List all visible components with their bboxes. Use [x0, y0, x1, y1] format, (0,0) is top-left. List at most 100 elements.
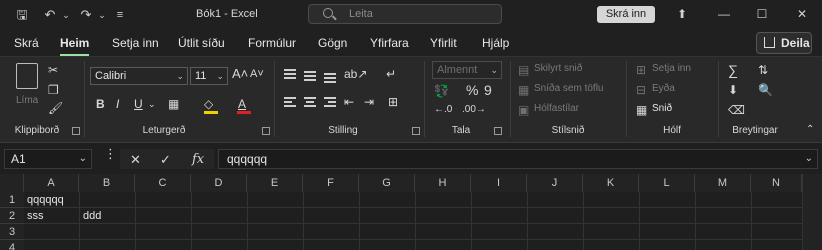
- format-painter-icon[interactable]: 🖌: [48, 101, 63, 115]
- cell-styles-button[interactable]: Hólfastílar: [534, 103, 579, 114]
- column-header-j[interactable]: J: [527, 174, 583, 192]
- column-header-e[interactable]: E: [247, 174, 303, 192]
- copy-icon[interactable]: ❐: [48, 83, 59, 97]
- tab-insert[interactable]: Setja inn: [112, 36, 159, 50]
- clipboard-launcher-icon[interactable]: [72, 127, 80, 135]
- column-header-i[interactable]: I: [471, 174, 527, 192]
- cells-group-label: Hólf: [663, 125, 681, 136]
- comma-style-icon[interactable]: 9: [484, 83, 492, 97]
- tab-formulas[interactable]: Formúlur: [248, 36, 296, 50]
- formula-input[interactable]: qqqqqq ⌄: [218, 149, 818, 169]
- worksheet-grid[interactable]: A B C D E F G H I J K L M N 1 2 3 4 qqqq…: [0, 174, 822, 250]
- insert-cells-button[interactable]: Setja inn: [652, 63, 691, 74]
- underline-icon[interactable]: U: [134, 97, 143, 111]
- minimize-icon[interactable]: —: [714, 6, 734, 22]
- increase-decimal-icon[interactable]: ←.0: [434, 103, 452, 117]
- tab-page-layout[interactable]: Útlit síðu: [178, 36, 225, 50]
- column-header-h[interactable]: H: [415, 174, 471, 192]
- font-name-dropdown[interactable]: Calibri ⌄: [90, 67, 188, 85]
- formula-bar: A1 ⌄ ⋮ ✕ ✓ fx qqqqqq ⌄: [0, 142, 822, 174]
- accounting-format-icon[interactable]: 💱: [434, 84, 449, 98]
- bold-icon[interactable]: B: [96, 97, 105, 111]
- column-header-a[interactable]: A: [24, 174, 79, 192]
- column-header-f[interactable]: F: [303, 174, 359, 192]
- autosum-icon[interactable]: ∑: [728, 63, 738, 77]
- close-icon[interactable]: ✕: [792, 6, 812, 22]
- cut-icon[interactable]: ✂: [48, 63, 58, 77]
- column-header-k[interactable]: K: [583, 174, 639, 192]
- redo-dropdown-icon[interactable]: ⌄: [94, 7, 110, 23]
- row-header-4[interactable]: 4: [0, 240, 24, 250]
- column-header-c[interactable]: C: [135, 174, 191, 192]
- tab-review[interactable]: Yfirfara: [370, 36, 409, 50]
- paste-icon[interactable]: [16, 63, 38, 89]
- vertical-scrollbar[interactable]: [802, 174, 822, 250]
- save-icon[interactable]: 🖫: [14, 7, 30, 23]
- number-group-label: Tala: [451, 125, 471, 136]
- sort-filter-icon[interactable]: ⇅: [758, 63, 768, 77]
- column-header-g[interactable]: G: [359, 174, 415, 192]
- decrease-font-size-icon[interactable]: A˅: [250, 67, 264, 81]
- italic-icon[interactable]: I: [116, 97, 119, 111]
- tab-home[interactable]: Heim: [60, 36, 90, 56]
- column-header-b[interactable]: B: [79, 174, 135, 192]
- cell-a2[interactable]: sss: [25, 208, 44, 224]
- percent-icon[interactable]: %: [466, 83, 478, 97]
- title-bar: 🖫 ↶ ⌄ ↷ ⌄ ≡ Bók1 - Excel Leita Skrá inn …: [0, 0, 822, 30]
- format-cells-button[interactable]: Snið: [652, 103, 672, 114]
- maximize-icon[interactable]: ☐: [752, 6, 772, 22]
- font-size-dropdown[interactable]: 11 ⌄: [190, 67, 228, 85]
- share-button[interactable]: Deila: [756, 32, 812, 54]
- tab-help[interactable]: Hjálp: [482, 36, 509, 50]
- tab-data[interactable]: Gögn: [318, 36, 347, 50]
- styles-group-label: Stílsnið: [551, 125, 585, 136]
- conditional-formatting-button[interactable]: Skilyrt snið: [534, 63, 582, 74]
- row-header-3[interactable]: 3: [0, 224, 24, 240]
- column-header-n[interactable]: N: [751, 174, 802, 192]
- font-launcher-icon[interactable]: [262, 127, 270, 135]
- format-as-table-button[interactable]: Sníða sem töflu: [534, 83, 603, 94]
- column-header-d[interactable]: D: [191, 174, 247, 192]
- search-box[interactable]: Leita: [308, 4, 502, 24]
- borders-icon[interactable]: ▦: [168, 97, 179, 111]
- column-header-l[interactable]: L: [639, 174, 695, 192]
- decrease-indent-icon[interactable]: ⇤: [344, 95, 354, 109]
- wrap-text-icon[interactable]: ↵: [386, 67, 396, 81]
- tab-file[interactable]: Skrá: [14, 36, 39, 50]
- undo-dropdown-icon[interactable]: ⌄: [58, 7, 74, 23]
- number-format-dropdown[interactable]: Almennt ⌄: [432, 61, 502, 79]
- customize-quick-access-icon[interactable]: ≡: [112, 7, 128, 23]
- number-launcher-icon[interactable]: [494, 127, 502, 135]
- select-all-button[interactable]: [0, 174, 24, 192]
- sign-in-button[interactable]: Skrá inn: [597, 6, 655, 23]
- undo-icon[interactable]: ↶: [42, 7, 58, 23]
- ribbon-display-options-icon[interactable]: ⬆: [672, 6, 692, 22]
- redo-icon[interactable]: ↷: [78, 7, 94, 23]
- collapse-ribbon-icon[interactable]: ⌃: [806, 123, 814, 137]
- font-color-icon[interactable]: A: [238, 97, 246, 111]
- column-header-m[interactable]: M: [695, 174, 751, 192]
- cell-a1[interactable]: qqqqqq: [25, 192, 64, 208]
- cell-b2[interactable]: ddd: [81, 208, 101, 224]
- fill-icon[interactable]: ⬇: [728, 83, 738, 97]
- more-options-icon[interactable]: ⋮: [104, 146, 117, 162]
- insert-function-icon[interactable]: fx: [192, 152, 204, 167]
- name-box[interactable]: A1 ⌄: [4, 149, 92, 169]
- tab-view[interactable]: Yfirlit: [430, 36, 457, 50]
- row-header-2[interactable]: 2: [0, 208, 24, 224]
- alignment-launcher-icon[interactable]: [412, 127, 420, 135]
- delete-cells-button[interactable]: Eyða: [652, 83, 675, 94]
- orientation-icon[interactable]: ab↗: [344, 67, 367, 81]
- underline-dropdown-icon[interactable]: ⌄: [148, 97, 156, 111]
- clear-icon[interactable]: ⌫: [728, 103, 745, 117]
- increase-font-size-icon[interactable]: A˄: [232, 67, 248, 81]
- cancel-icon[interactable]: ✕: [130, 152, 141, 168]
- decrease-decimal-icon[interactable]: .00→: [462, 103, 486, 117]
- paste-label: Líma: [16, 95, 39, 106]
- increase-indent-icon[interactable]: ⇥: [364, 95, 374, 109]
- fill-color-icon[interactable]: ◇: [204, 97, 213, 111]
- row-header-1[interactable]: 1: [0, 192, 24, 208]
- merge-center-icon[interactable]: ⊞: [388, 95, 398, 109]
- find-select-icon[interactable]: 🔍: [758, 83, 773, 97]
- enter-icon[interactable]: ✓: [160, 152, 171, 168]
